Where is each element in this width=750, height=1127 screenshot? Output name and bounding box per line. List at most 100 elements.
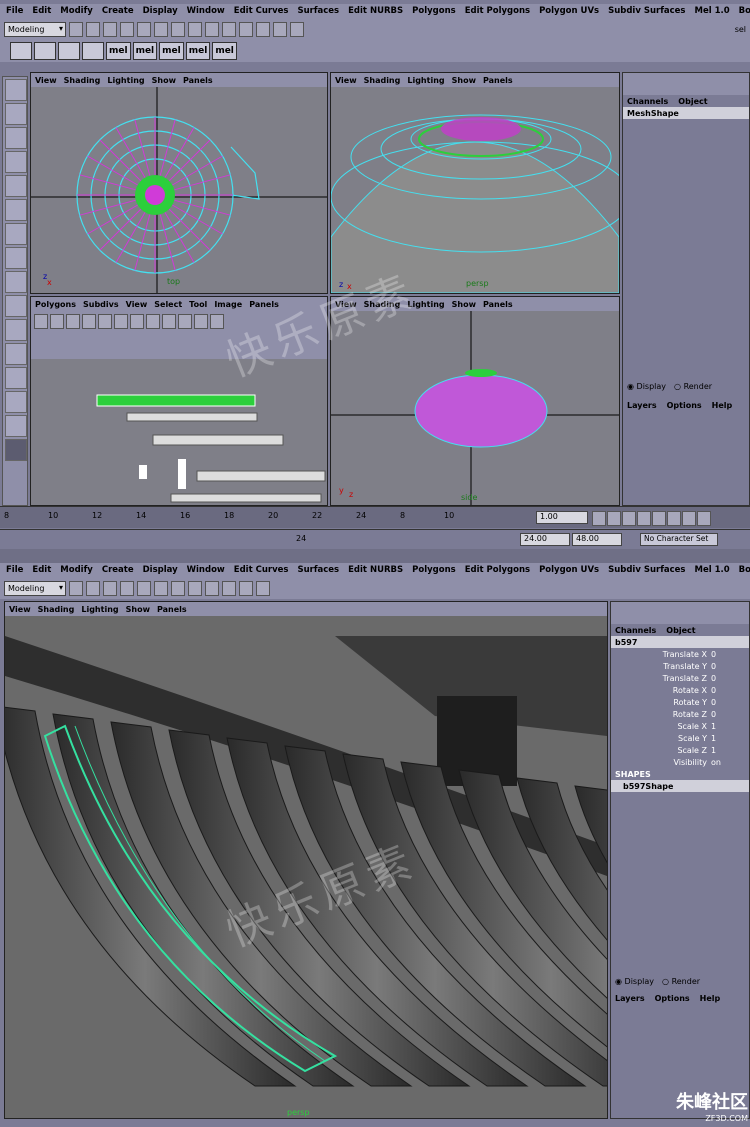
bottom-new-scene-icon[interactable] — [69, 580, 83, 596]
bottom-mode-dropdown[interactable]: Modeling — [4, 580, 66, 596]
top-time-slider[interactable]: 8 10 12 14 16 18 20 22 24 8 10 1.00 — [0, 506, 750, 528]
select-component-icon[interactable] — [154, 21, 168, 37]
menu-subdiv-surfaces[interactable]: Subdiv Surfaces — [608, 6, 685, 16]
panel-menu-panels[interactable]: Panels — [183, 76, 213, 85]
uv-tool-10-icon[interactable] — [178, 314, 192, 329]
menu-edit-polygons[interactable]: Edit Polygons — [465, 6, 530, 16]
bottom-render-radio[interactable]: ○ Render — [662, 977, 700, 986]
panel-menu-panels[interactable]: Panels — [483, 300, 513, 309]
channel-value[interactable]: 1 — [707, 734, 743, 743]
channel-value[interactable]: 0 — [707, 662, 743, 671]
bottom-select-hierarchy-icon[interactable] — [120, 580, 134, 596]
select-tool-icon[interactable] — [5, 79, 27, 101]
menu-edit[interactable]: Edit — [32, 6, 51, 16]
scale-tool-icon[interactable] — [5, 175, 27, 197]
channel-value[interactable]: 0 — [707, 674, 743, 683]
menu-mel-1-0[interactable]: Mel 1.0 — [695, 6, 730, 16]
bottom-menu-edit-polygons[interactable]: Edit Polygons — [465, 565, 530, 575]
panel-menu-help[interactable]: Help — [700, 994, 721, 1003]
bottom-snap-point-icon[interactable] — [205, 580, 219, 596]
soft-mod-tool-icon[interactable] — [5, 223, 27, 245]
show-manip-tool-icon[interactable] — [5, 247, 27, 269]
open-scene-icon[interactable] — [86, 21, 100, 37]
bottom-menu-window[interactable]: Window — [187, 565, 225, 575]
top-command-line[interactable] — [0, 549, 750, 563]
channels-tab[interactable]: Channels — [627, 97, 668, 106]
uv-tool-6-icon[interactable] — [114, 314, 128, 329]
panel-menu-panels[interactable]: Panels — [157, 605, 187, 614]
lasso-tool-icon[interactable] — [5, 103, 27, 125]
bottom-menu-file[interactable]: File — [6, 565, 23, 575]
range-start-field[interactable]: 24.00 — [520, 533, 570, 546]
select-field[interactable]: sel — [735, 25, 746, 34]
select-hierarchy-icon[interactable] — [120, 21, 134, 37]
shelf-mel-5[interactable]: mel — [212, 42, 237, 60]
panel-menu-polygons[interactable]: Polygons — [35, 300, 76, 309]
bottom-menu-polygon-uvs[interactable]: Polygon UVs — [539, 565, 599, 575]
channel-row[interactable]: Scale X1 — [611, 720, 749, 732]
bottom-open-scene-icon[interactable] — [86, 580, 100, 596]
panel-menu-lighting[interactable]: Lighting — [107, 76, 144, 85]
step-forward-icon[interactable] — [667, 511, 681, 526]
menu-modify[interactable]: Modify — [60, 6, 93, 16]
bottom-channels-tab[interactable]: Channels — [615, 626, 656, 635]
uv-tool-3-icon[interactable] — [66, 314, 80, 329]
step-back-icon[interactable] — [622, 511, 636, 526]
bottom-menu-polygons[interactable]: Polygons — [412, 565, 456, 575]
go-end-icon[interactable] — [697, 511, 711, 526]
shelf-mel-3[interactable]: mel — [159, 42, 184, 60]
shelf-tool-3[interactable] — [58, 42, 80, 60]
persp-view-panel[interactable]: View Shading Lighting Show Panels z x persp — [330, 72, 620, 294]
panel-menu-show[interactable]: Show — [452, 76, 476, 85]
menu-polygon-uvs[interactable]: Polygon UVs — [539, 6, 599, 16]
snap-grid-icon[interactable] — [188, 21, 202, 37]
pick-mask-icon[interactable] — [171, 21, 185, 37]
shelf-mel-1[interactable]: mel — [106, 42, 131, 60]
render-globals-icon[interactable] — [290, 21, 304, 37]
bottom-render-icon[interactable] — [239, 580, 253, 596]
channel-row[interactable]: Scale Y1 — [611, 732, 749, 744]
object-tab[interactable]: Object — [678, 97, 707, 106]
bottom-menu-edit-nurbs[interactable]: Edit NURBS — [348, 565, 403, 575]
channel-row[interactable]: Rotate Z0 — [611, 708, 749, 720]
bottom-select-object-icon[interactable] — [137, 580, 151, 596]
go-start-icon[interactable] — [592, 511, 606, 526]
uv-editor-viewport[interactable] — [31, 359, 327, 505]
select-object-icon[interactable] — [137, 21, 151, 37]
bottom-display-radio[interactable]: ◉ Display — [615, 977, 654, 986]
channel-value[interactable]: 0 — [707, 710, 743, 719]
menu-edit-curves[interactable]: Edit Curves — [234, 6, 289, 16]
shelf-tool-2[interactable] — [34, 42, 56, 60]
bottom-menu-edit-curves[interactable]: Edit Curves — [234, 565, 289, 575]
top-selected-object[interactable]: MeshShape — [623, 107, 749, 119]
channel-row[interactable]: Translate Z0 — [611, 672, 749, 684]
shelf-mel-4[interactable]: mel — [185, 42, 211, 60]
snap-point-icon[interactable] — [222, 21, 236, 37]
panel-menu-lighting[interactable]: Lighting — [81, 605, 118, 614]
bottom-menu-mel-1-0[interactable]: Mel 1.0 — [695, 565, 730, 575]
panel-menu-show[interactable]: Show — [152, 76, 176, 85]
channel-value[interactable]: 0 — [707, 686, 743, 695]
bottom-menu-modify[interactable]: Modify — [60, 565, 93, 575]
step-back-key-icon[interactable] — [607, 511, 621, 526]
menu-window[interactable]: Window — [187, 6, 225, 16]
history-icon[interactable] — [239, 21, 253, 37]
panel-menu-image[interactable]: Image — [214, 300, 242, 309]
panel-menu-options[interactable]: Options — [655, 994, 690, 1003]
shelf-tool-4[interactable] — [82, 42, 104, 60]
uv-tool-4-icon[interactable] — [82, 314, 96, 329]
panel-menu-layers[interactable]: Layers — [615, 994, 645, 1003]
bottom-snap-curve-icon[interactable] — [188, 580, 202, 596]
uv-tool-7-icon[interactable] — [130, 314, 144, 329]
uv-tool-5-icon[interactable] — [98, 314, 112, 329]
channel-row[interactable]: Rotate X0 — [611, 684, 749, 696]
menu-create[interactable]: Create — [102, 6, 134, 16]
bottom-persp-panel[interactable]: View Shading Lighting Show Panels persp — [4, 601, 608, 1119]
side-view-viewport[interactable]: y z side — [331, 311, 619, 505]
persp-view-viewport[interactable]: z x persp — [331, 87, 619, 293]
shape-node[interactable]: b597Shape — [611, 780, 749, 792]
uv-tool-9-icon[interactable] — [162, 314, 176, 329]
channel-value[interactable]: 0 — [707, 698, 743, 707]
panel-menu-panels[interactable]: Panels — [483, 76, 513, 85]
menu-file[interactable]: File — [6, 6, 23, 16]
